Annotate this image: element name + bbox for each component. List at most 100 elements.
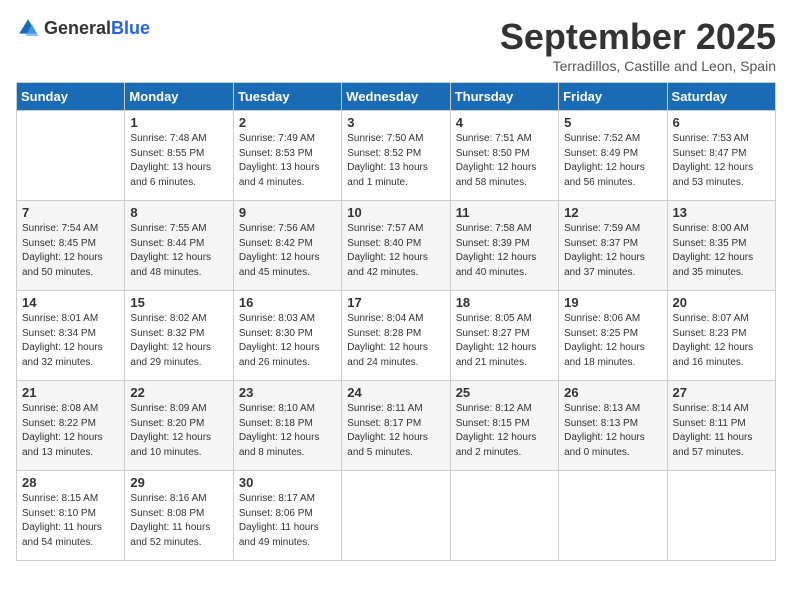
day-info: Sunrise: 8:06 AM Sunset: 8:25 PM Dayligh…: [564, 312, 661, 370]
calendar-cell: 22Sunrise: 8:09 AM Sunset: 8:20 PM Dayli…: [125, 381, 233, 471]
calendar-cell: 20 Sunrise: 8:07 AM Sunset: 8:23 PM Dayli…: [667, 291, 775, 381]
day-number: 15: [130, 295, 227, 310]
day-number: 13: [673, 205, 770, 220]
calendar-week-3: 21 Sunrise: 8:08 AM Sunset: 8:22 PM Dayli…: [17, 381, 776, 471]
day-number: 1: [130, 115, 227, 130]
day-info: Sunrise: 7:59 AM Sunset: 8:37 PM Dayligh…: [564, 222, 661, 280]
day-info: Sunrise: 8:08 AM Sunset: 8:22 PM Dayligh…: [22, 402, 119, 460]
day-info: Sunrise: 8:13 AM Sunset: 8:13 PM Dayligh…: [564, 402, 661, 460]
day-number: 28: [22, 475, 119, 490]
day-info: Sunrise: 7:48 AM Sunset: 8:55 PM Dayligh…: [130, 132, 227, 190]
calendar-cell: 4 Sunrise: 7:51 AM Sunset: 8:50 PM Daylig…: [450, 111, 558, 201]
day-info: Sunrise: 7:56 AM Sunset: 8:42 PM Dayligh…: [239, 222, 336, 280]
day-number: 5: [564, 115, 661, 130]
day-number: 11: [456, 205, 553, 220]
day-info: Sunrise: 7:55 AM Sunset: 8:44 PM Dayligh…: [130, 222, 227, 280]
calendar-cell: 10 Sunrise: 7:57 AM Sunset: 8:40 PM Dayli…: [342, 201, 450, 291]
day-number: 10: [347, 205, 444, 220]
calendar-cell: 3 Sunrise: 7:50 AM Sunset: 8:52 PM Daylig…: [342, 111, 450, 201]
day-info: Sunrise: 8:00 AM Sunset: 8:35 PM Dayligh…: [673, 222, 770, 280]
day-number: 12: [564, 205, 661, 220]
header-tuesday: Tuesday: [233, 83, 341, 111]
calendar-body: 1 Sunrise: 7:48 AM Sunset: 8:55 PM Daylig…: [17, 111, 776, 561]
month-title: September 2025: [500, 16, 776, 58]
calendar-cell: 15 Sunrise: 8:02 AM Sunset: 8:32 PM Dayli…: [125, 291, 233, 381]
day-number: 2: [239, 115, 336, 130]
day-info: Sunrise: 8:12 AM Sunset: 8:15 PM Dayligh…: [456, 402, 553, 460]
day-info: Sunrise: 7:50 AM Sunset: 8:52 PM Dayligh…: [347, 132, 444, 190]
day-info: Sunrise: 8:02 AM Sunset: 8:32 PM Dayligh…: [130, 312, 227, 370]
day-info: Sunrise: 8:01 AM Sunset: 8:34 PM Dayligh…: [22, 312, 119, 370]
header-friday: Friday: [559, 83, 667, 111]
day-number: 4: [456, 115, 553, 130]
day-info: Sunrise: 7:58 AM Sunset: 8:39 PM Dayligh…: [456, 222, 553, 280]
calendar-cell: 11 Sunrise: 7:58 AM Sunset: 8:39 PM Dayli…: [450, 201, 558, 291]
day-info: Sunrise: 7:54 AM Sunset: 8:45 PM Dayligh…: [22, 222, 119, 280]
calendar-cell: [17, 111, 125, 201]
day-number: 9: [239, 205, 336, 220]
day-info: Sunrise: 8:04 AM Sunset: 8:28 PM Dayligh…: [347, 312, 444, 370]
day-number: 22: [130, 385, 227, 400]
day-number: 26: [564, 385, 661, 400]
calendar-cell: 13 Sunrise: 8:00 AM Sunset: 8:35 PM Dayli…: [667, 201, 775, 291]
calendar-cell: [559, 471, 667, 561]
day-info: Sunrise: 8:15 AM Sunset: 8:10 PM Dayligh…: [22, 492, 119, 550]
day-info: Sunrise: 8:05 AM Sunset: 8:27 PM Dayligh…: [456, 312, 553, 370]
header-wednesday: Wednesday: [342, 83, 450, 111]
calendar-cell: 30Sunrise: 8:17 AM Sunset: 8:06 PM Dayli…: [233, 471, 341, 561]
day-number: 25: [456, 385, 553, 400]
day-info: Sunrise: 8:17 AM Sunset: 8:06 PM Dayligh…: [239, 492, 336, 550]
day-info: Sunrise: 8:14 AM Sunset: 8:11 PM Dayligh…: [673, 402, 770, 460]
calendar-cell: [667, 471, 775, 561]
calendar-cell: 21 Sunrise: 8:08 AM Sunset: 8:22 PM Dayli…: [17, 381, 125, 471]
day-info: Sunrise: 8:10 AM Sunset: 8:18 PM Dayligh…: [239, 402, 336, 460]
calendar-week-2: 14 Sunrise: 8:01 AM Sunset: 8:34 PM Dayli…: [17, 291, 776, 381]
day-number: 14: [22, 295, 119, 310]
logo-wordmark: GeneralBlue: [44, 18, 150, 39]
calendar-cell: 5 Sunrise: 7:52 AM Sunset: 8:49 PM Daylig…: [559, 111, 667, 201]
calendar-week-0: 1 Sunrise: 7:48 AM Sunset: 8:55 PM Daylig…: [17, 111, 776, 201]
day-number: 21: [22, 385, 119, 400]
calendar-cell: 25 Sunrise: 8:12 AM Sunset: 8:15 PM Dayli…: [450, 381, 558, 471]
calendar-cell: 24Sunrise: 8:11 AM Sunset: 8:17 PM Dayli…: [342, 381, 450, 471]
calendar-week-1: 7 Sunrise: 7:54 AM Sunset: 8:45 PM Daylig…: [17, 201, 776, 291]
calendar-cell: 7 Sunrise: 7:54 AM Sunset: 8:45 PM Daylig…: [17, 201, 125, 291]
calendar-cell: 9 Sunrise: 7:56 AM Sunset: 8:42 PM Daylig…: [233, 201, 341, 291]
day-info: Sunrise: 7:49 AM Sunset: 8:53 PM Dayligh…: [239, 132, 336, 190]
calendar-cell: 19 Sunrise: 8:06 AM Sunset: 8:25 PM Dayli…: [559, 291, 667, 381]
calendar-cell: 1 Sunrise: 7:48 AM Sunset: 8:55 PM Daylig…: [125, 111, 233, 201]
title-block: September 2025 Terradillos, Castille and…: [500, 16, 776, 74]
day-info: Sunrise: 7:52 AM Sunset: 8:49 PM Dayligh…: [564, 132, 661, 190]
header-monday: Monday: [125, 83, 233, 111]
logo-blue: Blue: [111, 18, 150, 38]
calendar-cell: 27Sunrise: 8:14 AM Sunset: 8:11 PM Dayli…: [667, 381, 775, 471]
logo-icon: [16, 16, 40, 40]
day-number: 29: [130, 475, 227, 490]
day-info: Sunrise: 7:51 AM Sunset: 8:50 PM Dayligh…: [456, 132, 553, 190]
header-saturday: Saturday: [667, 83, 775, 111]
calendar-cell: 6Sunrise: 7:53 AM Sunset: 8:47 PM Daylig…: [667, 111, 775, 201]
day-number: 18: [456, 295, 553, 310]
calendar-cell: 2 Sunrise: 7:49 AM Sunset: 8:53 PM Daylig…: [233, 111, 341, 201]
day-info: Sunrise: 7:57 AM Sunset: 8:40 PM Dayligh…: [347, 222, 444, 280]
calendar-week-4: 28 Sunrise: 8:15 AM Sunset: 8:10 PM Dayli…: [17, 471, 776, 561]
calendar-table: SundayMondayTuesdayWednesdayThursdayFrid…: [16, 82, 776, 561]
calendar-cell: 8 Sunrise: 7:55 AM Sunset: 8:44 PM Daylig…: [125, 201, 233, 291]
day-info: Sunrise: 8:07 AM Sunset: 8:23 PM Dayligh…: [673, 312, 770, 370]
day-number: 24: [347, 385, 444, 400]
day-number: 23: [239, 385, 336, 400]
day-number: 19: [564, 295, 661, 310]
day-number: 17: [347, 295, 444, 310]
calendar-cell: 26 Sunrise: 8:13 AM Sunset: 8:13 PM Dayli…: [559, 381, 667, 471]
day-number: 3: [347, 115, 444, 130]
header: GeneralBlue September 2025 Terradillos, …: [16, 16, 776, 74]
logo: GeneralBlue: [16, 16, 150, 40]
calendar-cell: 17 Sunrise: 8:04 AM Sunset: 8:28 PM Dayli…: [342, 291, 450, 381]
calendar-cell: [342, 471, 450, 561]
day-number: 8: [130, 205, 227, 220]
calendar-cell: 23 Sunrise: 8:10 AM Sunset: 8:18 PM Dayli…: [233, 381, 341, 471]
day-number: 20: [673, 295, 770, 310]
calendar-cell: 16Sunrise: 8:03 AM Sunset: 8:30 PM Dayli…: [233, 291, 341, 381]
calendar-cell: [450, 471, 558, 561]
day-number: 7: [22, 205, 119, 220]
